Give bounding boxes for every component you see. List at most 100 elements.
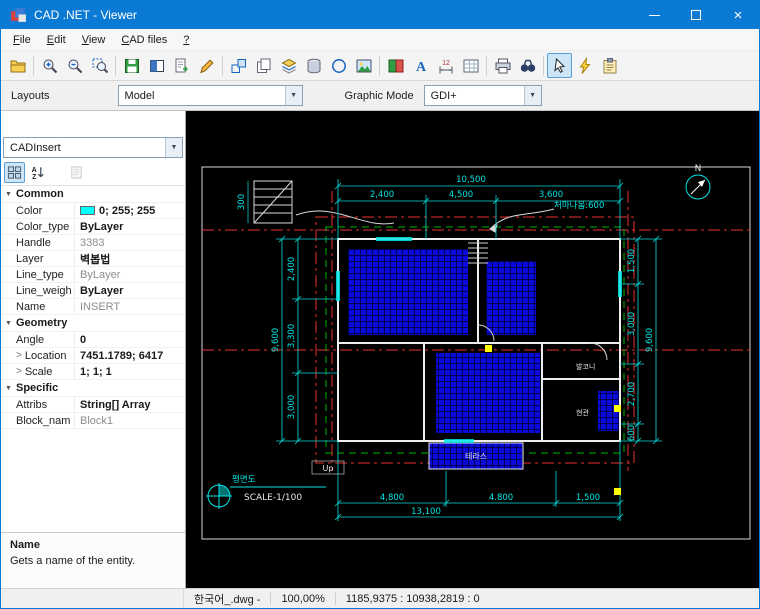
show-model-button[interactable] [144, 53, 169, 78]
close-button[interactable]: × [717, 1, 759, 29]
expand-icon: > [16, 366, 22, 377]
menu-file[interactable]: File [5, 31, 39, 49]
svg-text:3,000: 3,000 [287, 395, 297, 419]
svg-text:3,300: 3,300 [287, 324, 297, 348]
minimize-button[interactable] [633, 1, 675, 29]
property-location[interactable]: >Location7451.1789; 6417 [1, 348, 185, 364]
find-icon [519, 57, 537, 75]
property-line-weigh[interactable]: Line_weighByLayer [1, 283, 185, 299]
up-label: Up [323, 464, 334, 473]
clipboard-button[interactable] [597, 53, 622, 78]
open-button[interactable] [5, 53, 30, 78]
window-title: CAD .NET - Viewer [34, 8, 633, 22]
toolbar-separator [222, 56, 223, 76]
copy-button[interactable] [251, 53, 276, 78]
plan-scale: SCALE-1/100 [244, 493, 302, 503]
svg-text:A: A [415, 60, 426, 75]
category-common[interactable]: ▼Common [1, 186, 185, 203]
property-color[interactable]: Color0; 255; 255 [1, 203, 185, 219]
property-block-nam[interactable]: Block_namBlock1 [1, 413, 185, 429]
measure-button[interactable] [572, 53, 597, 78]
layout-combobox[interactable]: Model ▼ [118, 85, 303, 106]
category-specific[interactable]: ▼Specific [1, 380, 185, 397]
menu-?[interactable]: ? [175, 31, 197, 49]
menu-edit[interactable]: Edit [39, 31, 74, 49]
svg-text:2,400: 2,400 [370, 190, 394, 200]
svg-text:2,700: 2,700 [627, 382, 637, 406]
main-toolbar: A 12 [1, 51, 759, 81]
drawing-title: 평면도 SCALE-1/100 [230, 474, 326, 503]
property-handle[interactable]: Handle3383 [1, 235, 185, 251]
drawing-area[interactable]: 300 N 처마나옴:600 [186, 111, 759, 588]
draw-circle-button[interactable] [326, 53, 351, 78]
zoom-in-button[interactable] [37, 53, 62, 78]
graphic-mode-combobox[interactable]: GDI+ ▼ [424, 85, 542, 106]
export-icon [173, 57, 191, 75]
insert-block-icon [230, 57, 248, 75]
property-attribs[interactable]: AttribsString[] Array [1, 397, 185, 413]
database-button[interactable] [301, 53, 326, 78]
category-geometry[interactable]: ▼Geometry [1, 315, 185, 332]
layers-icon [280, 57, 298, 75]
categorized-view-button[interactable] [4, 162, 25, 183]
collapse-icon: ▼ [1, 320, 16, 327]
property-grid-toolbar: A Z [1, 160, 185, 186]
find-button[interactable] [515, 53, 540, 78]
text-style-button[interactable]: A [408, 53, 433, 78]
save-button[interactable] [119, 53, 144, 78]
entrance-label: 현관 [576, 408, 589, 417]
grip [614, 405, 621, 412]
render-mode-button[interactable] [383, 53, 408, 78]
collapse-icon: ▼ [1, 191, 16, 198]
entity-selector-combobox[interactable]: CADInsert ▼ [3, 137, 183, 158]
property-layer[interactable]: Layer벽봅법 [1, 251, 185, 267]
property-pages-button[interactable] [66, 162, 87, 183]
description-title: Name [10, 539, 176, 551]
zoom-out-icon [66, 57, 84, 75]
property-angle[interactable]: Angle0 [1, 332, 185, 348]
insert-block-button[interactable] [226, 53, 251, 78]
svg-text:12: 12 [442, 60, 450, 67]
dimension-style-icon: 12 [437, 57, 455, 75]
zoom-window-button[interactable] [87, 53, 112, 78]
property-page-icon [69, 165, 84, 180]
alphabetical-sort-button[interactable]: A Z [27, 162, 48, 183]
north-symbol: N [686, 164, 710, 199]
edit-drawing-button[interactable] [194, 53, 219, 78]
database-icon [305, 57, 323, 75]
svg-text:4,800: 4,800 [380, 493, 404, 503]
property-name[interactable]: NameINSERT [1, 299, 185, 315]
export-button[interactable] [169, 53, 194, 78]
menu-view[interactable]: View [74, 31, 114, 49]
select-button[interactable] [547, 53, 572, 78]
svg-text:600: 600 [627, 425, 637, 441]
property-line-type[interactable]: Line_typeByLayer [1, 267, 185, 283]
menu-cad-files[interactable]: CAD files [113, 31, 175, 49]
svg-text:9,600: 9,600 [271, 328, 281, 352]
chevron-down-icon: ▼ [165, 138, 182, 157]
property-color-type[interactable]: Color_typeByLayer [1, 219, 185, 235]
maximize-button[interactable] [675, 1, 717, 29]
image-button[interactable] [351, 53, 376, 78]
toolbar-separator [379, 56, 380, 76]
property-grid: ▼CommonColor0; 255; 255Color_typeByLayer… [1, 186, 185, 429]
description-text: Gets a name of the entity. [10, 555, 176, 567]
north-label: N [695, 164, 702, 174]
table-button[interactable] [458, 53, 483, 78]
svg-text:1,500: 1,500 [576, 493, 600, 503]
draw-circle-icon [330, 57, 348, 75]
title-bar: CAD .NET - Viewer × [1, 1, 759, 29]
property-scale[interactable]: >Scale1; 1; 1 [1, 364, 185, 380]
svg-text:A: A [32, 167, 37, 174]
grip [614, 488, 621, 495]
toolbar-separator [115, 56, 116, 76]
collapse-icon: ▼ [1, 385, 16, 392]
dimension-style-button[interactable]: 12 [433, 53, 458, 78]
status-bar: 한국어_.dwg - 100,00% 1185,9375 : 10938,281… [1, 588, 759, 608]
layers-button[interactable] [276, 53, 301, 78]
toolbar-separator [33, 56, 34, 76]
eave-note: 처마나옴:600 [554, 201, 604, 211]
terrace-label: 테라스 [465, 452, 487, 461]
print-button[interactable] [490, 53, 515, 78]
zoom-out-button[interactable] [62, 53, 87, 78]
